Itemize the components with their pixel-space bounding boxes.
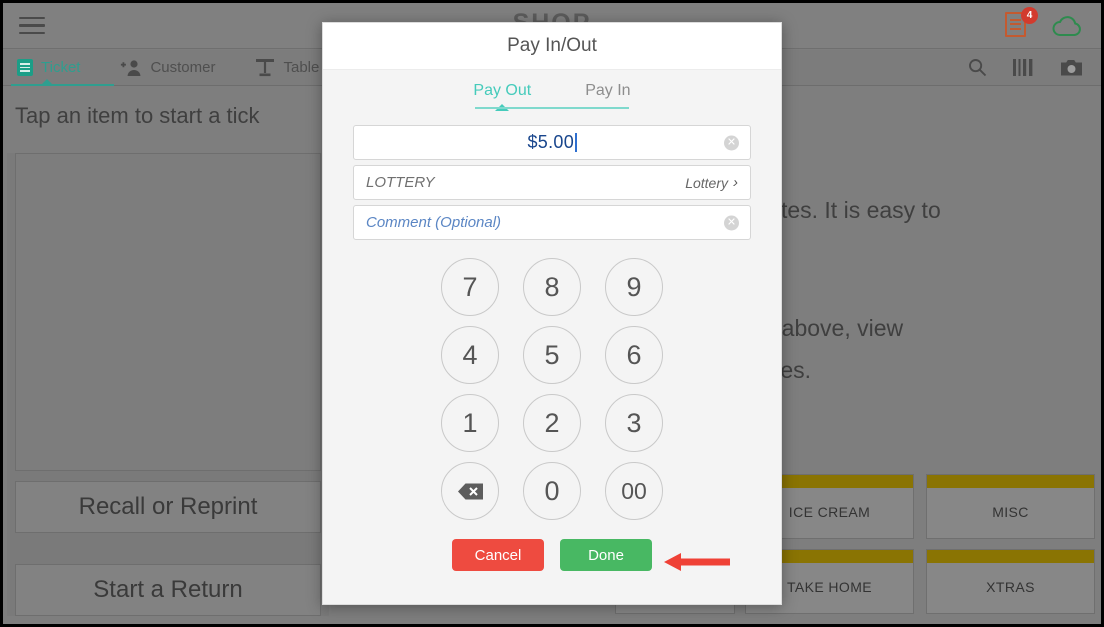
annotation-arrow-icon bbox=[664, 553, 730, 571]
tab-bar-tools bbox=[968, 58, 1087, 77]
dialog-fields: $5.00 ✕ LOTTERY Lottery › Comment (Optio… bbox=[323, 109, 781, 240]
account-value-wrap: Lottery › bbox=[685, 174, 738, 191]
ticket-area bbox=[15, 153, 321, 471]
done-button[interactable]: Done bbox=[560, 539, 652, 571]
cloud-icon[interactable] bbox=[1051, 15, 1085, 37]
account-label: LOTTERY bbox=[366, 174, 435, 191]
tab-pay-out[interactable]: Pay Out bbox=[473, 82, 531, 109]
key-2[interactable]: 2 bbox=[523, 394, 581, 452]
sidebar-item-table[interactable]: Table bbox=[255, 50, 319, 86]
clear-amount-icon[interactable]: ✕ bbox=[724, 135, 739, 150]
tile-color-bar bbox=[927, 475, 1094, 488]
account-field[interactable]: LOTTERY Lottery › bbox=[353, 165, 751, 200]
dialog-tab-bar: Pay Out Pay In bbox=[323, 70, 781, 109]
key-backspace[interactable] bbox=[441, 462, 499, 520]
key-6[interactable]: 6 bbox=[605, 326, 663, 384]
backspace-icon bbox=[457, 483, 483, 499]
category-tile-label: XTRAS bbox=[986, 578, 1035, 595]
category-tile-label: MISC bbox=[992, 503, 1029, 520]
add-customer-icon bbox=[121, 59, 141, 76]
comment-field[interactable]: Comment (Optional) ✕ bbox=[353, 205, 751, 240]
cancel-button[interactable]: Cancel bbox=[452, 539, 544, 571]
ticket-icon bbox=[17, 59, 33, 76]
tab-customer-label: Customer bbox=[150, 59, 216, 76]
recall-or-reprint-label: Recall or Reprint bbox=[78, 493, 258, 520]
key-4[interactable]: 4 bbox=[441, 326, 499, 384]
table-icon bbox=[256, 59, 275, 77]
hint-text-left: Tap an item to start a tick bbox=[15, 103, 260, 128]
category-tile-label: ICE CREAM bbox=[788, 503, 871, 520]
tab-ticket-label: Ticket bbox=[41, 59, 81, 76]
pay-in-out-dialog: Pay In/Out Pay Out Pay In $5.00 ✕ LOTTER… bbox=[322, 22, 782, 605]
active-tab-caret bbox=[41, 78, 53, 85]
menu-icon[interactable] bbox=[19, 16, 45, 35]
tab-table-label: Table bbox=[283, 59, 320, 76]
key-8[interactable]: 8 bbox=[523, 258, 581, 316]
start-a-return-label: Start a Return bbox=[93, 576, 243, 603]
chevron-right-icon: › bbox=[733, 174, 738, 191]
search-icon[interactable] bbox=[968, 58, 987, 77]
comment-placeholder: Comment (Optional) bbox=[366, 214, 502, 231]
key-9[interactable]: 9 bbox=[605, 258, 663, 316]
dialog-title: Pay In/Out bbox=[323, 23, 781, 70]
tile-color-bar bbox=[927, 550, 1094, 563]
key-0[interactable]: 0 bbox=[523, 462, 581, 520]
sidebar-item-customer[interactable]: Customer bbox=[120, 50, 215, 86]
text-cursor bbox=[575, 133, 577, 152]
left-panel: Recall or Reprint Start a Return bbox=[7, 153, 329, 616]
category-tile-xtras[interactable]: XTRAS bbox=[926, 549, 1095, 614]
app-screen: SHOP 4 Ticket bbox=[0, 0, 1104, 627]
camera-icon[interactable] bbox=[1060, 58, 1083, 77]
barcode-icon[interactable] bbox=[1013, 59, 1034, 76]
recall-or-reprint-button[interactable]: Recall or Reprint bbox=[15, 481, 321, 533]
start-a-return-button[interactable]: Start a Return bbox=[15, 564, 321, 616]
key-7[interactable]: 7 bbox=[441, 258, 499, 316]
clear-comment-icon[interactable]: ✕ bbox=[724, 215, 739, 230]
amount-value: $5.00 bbox=[527, 132, 575, 152]
sidebar-item-ticket[interactable]: Ticket bbox=[10, 50, 116, 86]
key-1[interactable]: 1 bbox=[441, 394, 499, 452]
amount-field[interactable]: $5.00 ✕ bbox=[353, 125, 751, 160]
ticket-count-badge: 4 bbox=[1021, 6, 1038, 24]
numeric-keypad: 7 8 9 4 5 6 1 2 3 0 00 bbox=[436, 258, 668, 525]
key-5[interactable]: 5 bbox=[523, 326, 581, 384]
category-tile-misc[interactable]: MISC bbox=[926, 474, 1095, 539]
key-double-zero[interactable]: 00 bbox=[605, 462, 663, 520]
account-value: Lottery bbox=[685, 174, 728, 191]
open-tickets-button[interactable]: 4 bbox=[1005, 6, 1038, 40]
top-bar-actions: 4 bbox=[1005, 6, 1085, 40]
tab-pay-in[interactable]: Pay In bbox=[585, 82, 630, 109]
category-tile-grid: ICE CREAM MISC TAKE HOME XTRAS bbox=[745, 474, 1095, 614]
key-3[interactable]: 3 bbox=[605, 394, 663, 452]
category-tile-label: TAKE HOME bbox=[786, 578, 873, 595]
